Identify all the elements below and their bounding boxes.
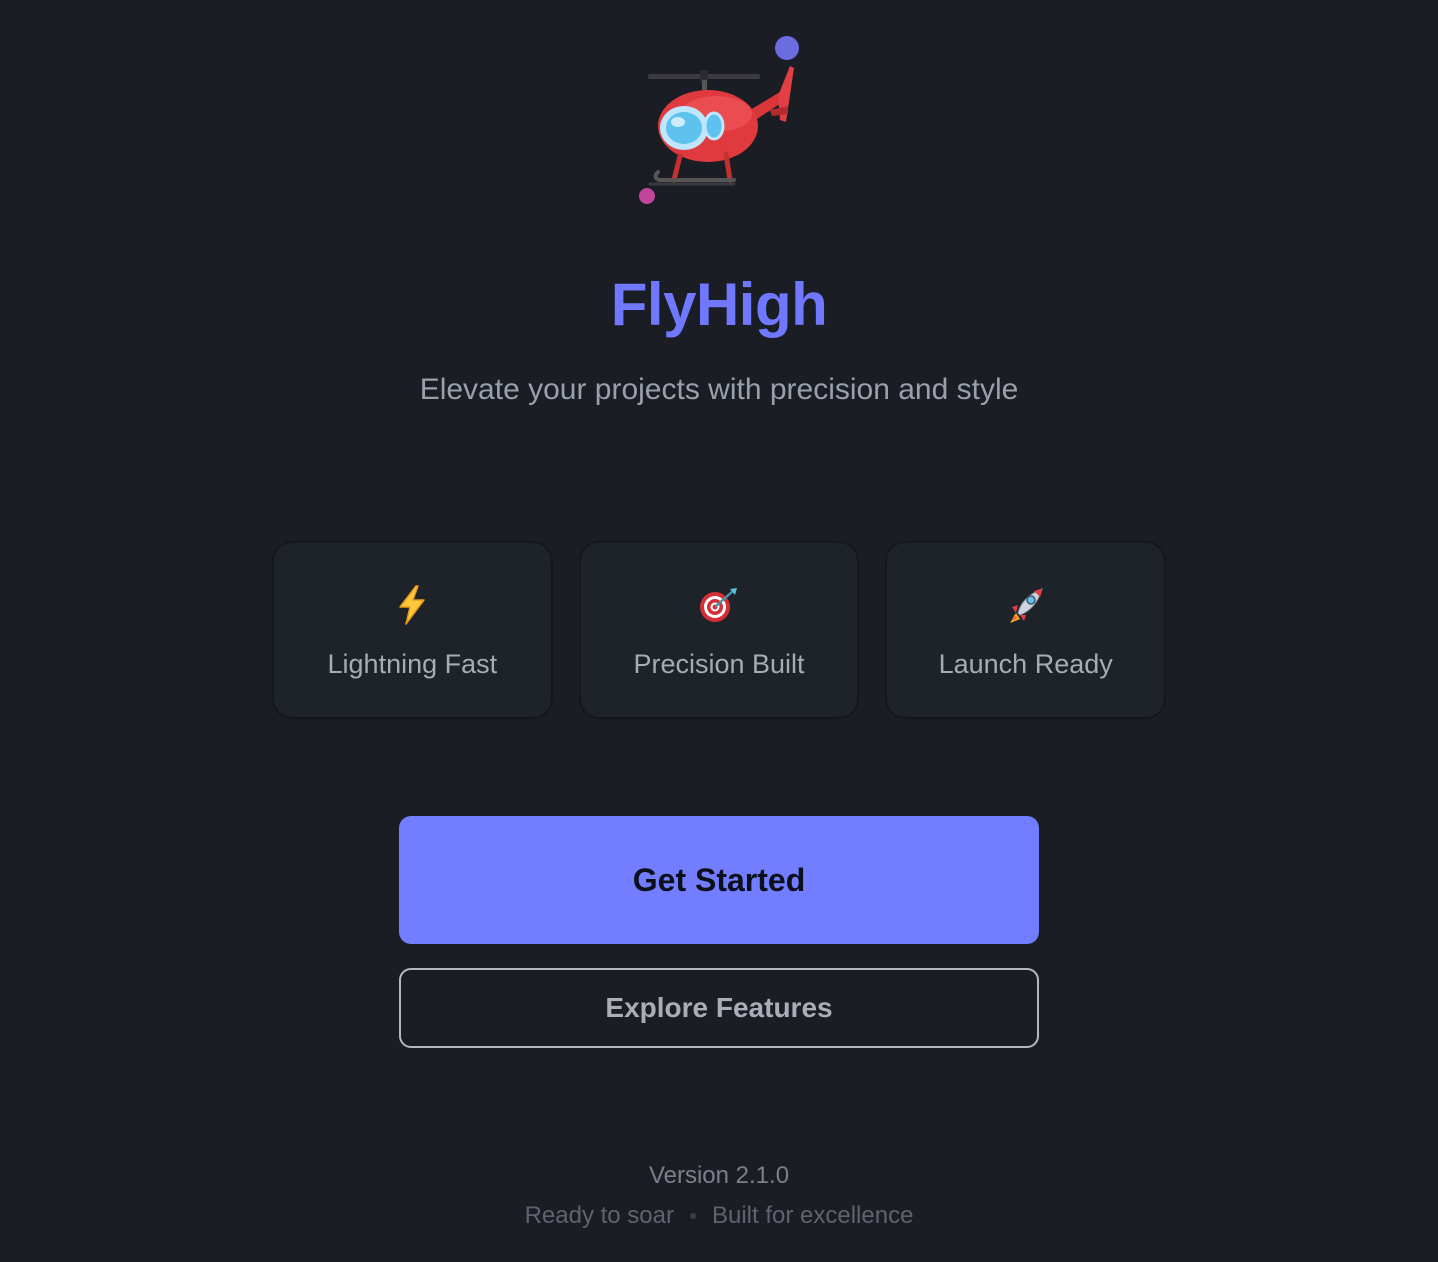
- decorative-dot-pink: [639, 188, 655, 204]
- footer-tagline: Ready to soar Built for excellence: [0, 1202, 1438, 1230]
- feature-card-launch-ready: Launch Ready: [885, 541, 1167, 719]
- landing-page: FlyHigh Elevate your projects with preci…: [0, 0, 1438, 1262]
- feature-label: Launch Ready: [938, 649, 1113, 679]
- rocket-icon: [1004, 583, 1048, 627]
- footer-left-text: Ready to soar: [524, 1202, 674, 1229]
- footer-right-text: Built for excellence: [711, 1202, 914, 1229]
- feature-card-precision-built: Precision Built: [578, 541, 860, 719]
- target-icon: [697, 583, 741, 627]
- get-started-button[interactable]: Get Started: [399, 816, 1039, 944]
- explore-features-button[interactable]: Explore Features: [399, 968, 1039, 1048]
- brand-title: FlyHigh: [610, 271, 828, 338]
- tagline: Elevate your projects with precision and…: [419, 373, 1019, 406]
- feature-label: Lightning Fast: [327, 649, 498, 679]
- separator-dot: [689, 1213, 696, 1219]
- feature-cards: Lightning Fast Precision Built Launch Re…: [272, 541, 1167, 719]
- lightning-icon: [390, 583, 434, 627]
- version-label: Version 2.1.0: [648, 1162, 790, 1189]
- feature-card-lightning-fast: Lightning Fast: [272, 541, 553, 719]
- helicopter-icon: [630, 30, 810, 210]
- feature-label: Precision Built: [633, 649, 805, 679]
